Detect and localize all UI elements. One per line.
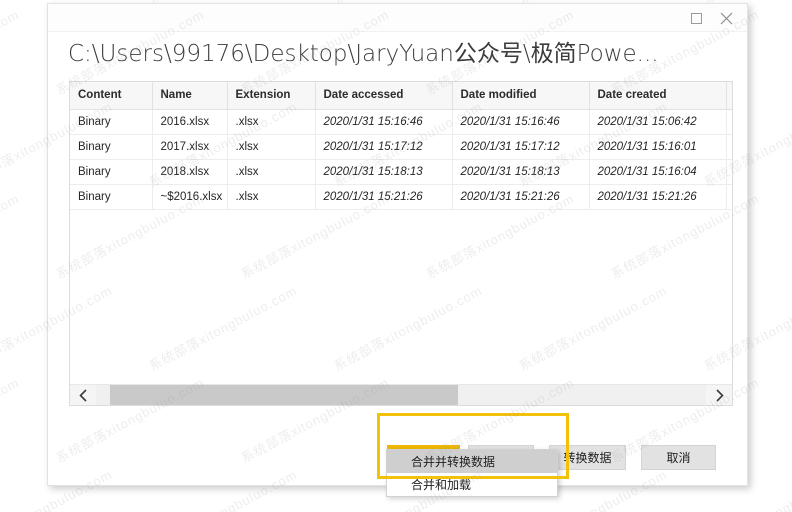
file-table: Content Name Extension Date accessed Dat…	[70, 82, 732, 210]
cell-extension: .xlsx	[227, 184, 316, 210]
column-header-name[interactable]: Name	[152, 82, 228, 110]
table-row[interactable]: Binary 2016.xlsx .xlsx 2020/1/31 15:16:4…	[70, 109, 732, 135]
column-header-extension[interactable]: Extension	[227, 82, 316, 110]
table-row[interactable]: Binary 2017.xlsx .xlsx 2020/1/31 15:17:1…	[70, 134, 732, 160]
watermark-text: 系统部落xitongbuluo.com	[0, 6, 22, 98]
menu-item-merge-and-load[interactable]: 合并和加载	[387, 473, 557, 496]
cell-date-created: 2020/1/31 15:21:26	[589, 184, 727, 210]
column-header-date-accessed[interactable]: Date accessed	[315, 82, 453, 110]
cell-date-modified: 2020/1/31 15:21:26	[452, 184, 590, 210]
cell-extension: .xlsx	[227, 159, 316, 185]
cell-extension: .xlsx	[227, 134, 316, 160]
file-preview-panel: Content Name Extension Date accessed Dat…	[69, 81, 733, 406]
page-title: C:\Users\99176\Desktop\JaryYuan公众号\极简Pow…	[68, 41, 659, 67]
cell-date-modified: 2020/1/31 15:17:12	[452, 134, 590, 160]
watermark-text: 系统部落xitongbuluo.com	[0, 374, 22, 466]
cell-content: Binary	[70, 184, 153, 210]
cell-date-modified: 2020/1/31 15:16:46	[452, 109, 590, 135]
cell-extension: .xlsx	[227, 109, 316, 135]
cell-name: 2016.xlsx	[152, 109, 228, 135]
screenshot-root: C:\Users\99176\Desktop\JaryYuan公众号\极简Pow…	[0, 0, 792, 512]
cell-date-modified: 2020/1/31 15:18:13	[452, 159, 590, 185]
cell-date-accessed: 2020/1/31 15:17:12	[315, 134, 453, 160]
cell-name: ~$2016.xlsx	[152, 184, 228, 210]
column-header-date-modified[interactable]: Date modified	[452, 82, 590, 110]
cell-name: 2017.xlsx	[152, 134, 228, 160]
cell-content: Binary	[70, 134, 153, 160]
cancel-button[interactable]: 取消	[641, 445, 716, 470]
cell-attributes: Re	[726, 159, 732, 185]
cell-attributes: Re	[726, 109, 732, 135]
window-controls	[681, 4, 741, 32]
table-header-row: Content Name Extension Date accessed Dat…	[70, 82, 732, 110]
menu-item-merge-and-transform[interactable]: 合并并转换数据	[387, 450, 557, 473]
cell-attributes: Re	[726, 134, 732, 160]
maximize-icon[interactable]	[681, 5, 711, 31]
scrollbar-thumb[interactable]	[110, 385, 458, 405]
chevron-right-icon[interactable]	[706, 385, 732, 405]
table-row[interactable]: Binary ~$2016.xlsx .xlsx 2020/1/31 15:21…	[70, 184, 732, 210]
chevron-left-icon[interactable]	[70, 385, 96, 405]
scrollbar-track[interactable]	[96, 385, 706, 405]
column-header-date-created[interactable]: Date created	[589, 82, 727, 110]
cell-date-accessed: 2020/1/31 15:21:26	[315, 184, 453, 210]
cell-content: Binary	[70, 109, 153, 135]
combine-files-dialog: C:\Users\99176\Desktop\JaryYuan公众号\极简Pow…	[47, 3, 748, 486]
dialog-title-bar	[48, 4, 747, 32]
table-row[interactable]: Binary 2018.xlsx .xlsx 2020/1/31 15:18:1…	[70, 159, 732, 185]
cell-name: 2018.xlsx	[152, 159, 228, 185]
column-header-content[interactable]: Content	[70, 82, 153, 110]
horizontal-scrollbar[interactable]	[70, 384, 732, 405]
grid-viewport: Content Name Extension Date accessed Dat…	[70, 82, 732, 385]
transform-data-button[interactable]: 转换数据	[549, 445, 626, 470]
close-icon[interactable]	[711, 5, 741, 31]
cell-attributes: Re	[726, 184, 732, 210]
cell-date-created: 2020/1/31 15:16:01	[589, 134, 727, 160]
watermark-text: 系统部落xitongbuluo.com	[0, 190, 22, 282]
column-header-attributes[interactable]: A...	[726, 82, 732, 110]
cell-date-created: 2020/1/31 15:06:42	[589, 109, 727, 135]
cell-content: Binary	[70, 159, 153, 185]
combine-dropdown-menu: 合并并转换数据 合并和加载	[386, 449, 558, 497]
cell-date-accessed: 2020/1/31 15:18:13	[315, 159, 453, 185]
cell-date-created: 2020/1/31 15:16:04	[589, 159, 727, 185]
cell-date-accessed: 2020/1/31 15:16:46	[315, 109, 453, 135]
